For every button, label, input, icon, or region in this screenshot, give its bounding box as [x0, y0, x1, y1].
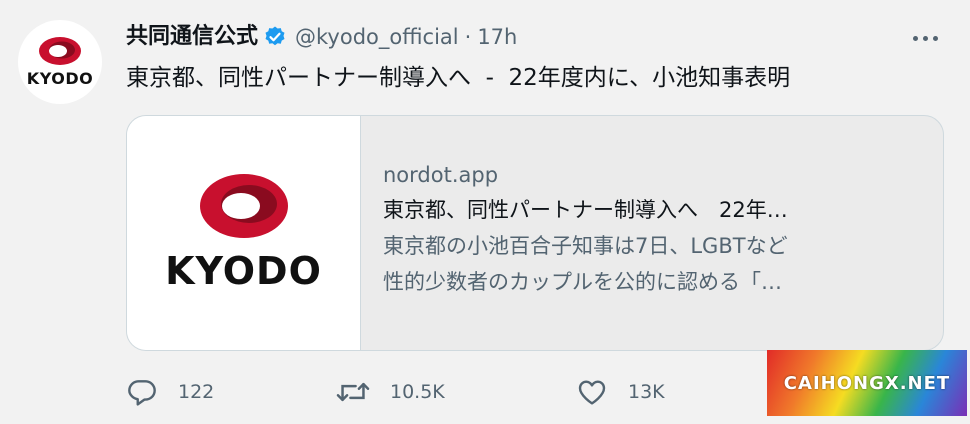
dot: [932, 35, 938, 41]
reply-count: 122: [178, 381, 215, 403]
heart-icon: [578, 380, 606, 405]
more-dots-icon[interactable]: [905, 25, 945, 51]
watermark-logo: CAIHONGX.NET: [767, 350, 967, 416]
kyodo-logo-icon: [39, 37, 81, 65]
tweet-text: 東京都、同性パートナー制導入へ - 22年度内に、小池知事表明: [126, 65, 791, 91]
dot: [922, 35, 928, 41]
separator-dot: ·: [464, 25, 472, 49]
tweet-timestamp[interactable]: 17h: [477, 20, 517, 54]
watermark-text: CAIHONGX.NET: [783, 372, 951, 394]
reply-button[interactable]: 122: [126, 372, 214, 412]
retweet-count: 10.5K: [390, 381, 445, 403]
card-domain: nordot.app: [383, 163, 499, 187]
card-body: nordot.app 東京都、同性パートナー制導入へ 22年… 東京都の小池百合…: [383, 158, 923, 300]
reply-icon: [128, 380, 156, 406]
retweet-icon: [336, 382, 370, 402]
card-logo-text: KYODO: [165, 249, 322, 293]
tweet-header: 共同通信公式 @kyodo_official · 17h: [126, 20, 517, 54]
display-name[interactable]: 共同通信公式: [126, 20, 258, 54]
retweet-button[interactable]: 10.5K: [336, 372, 445, 412]
card-description-line-2: 性的少数者のカップルを公的に認める「…: [383, 270, 782, 294]
like-button[interactable]: 13K: [576, 372, 665, 412]
tweet-actions: 122 10.5K 13K: [126, 372, 826, 412]
avatar-logo-text: KYODO: [26, 69, 94, 88]
account-handle[interactable]: @kyodo_official: [295, 20, 459, 54]
card-thumbnail: KYODO: [127, 116, 361, 350]
card-title: 東京都、同性パートナー制導入へ 22年…: [383, 198, 788, 222]
like-count: 13K: [628, 381, 665, 403]
avatar[interactable]: KYODO: [18, 20, 102, 104]
kyodo-logo-icon: [199, 174, 288, 238]
card-description-line-1: 東京都の小池百合子知事は7日、LGBTなど: [383, 234, 788, 258]
dot: [912, 35, 918, 41]
link-card[interactable]: KYODO nordot.app 東京都、同性パートナー制導入へ 22年… 東京…: [126, 115, 944, 351]
verified-badge-icon: [263, 25, 287, 49]
